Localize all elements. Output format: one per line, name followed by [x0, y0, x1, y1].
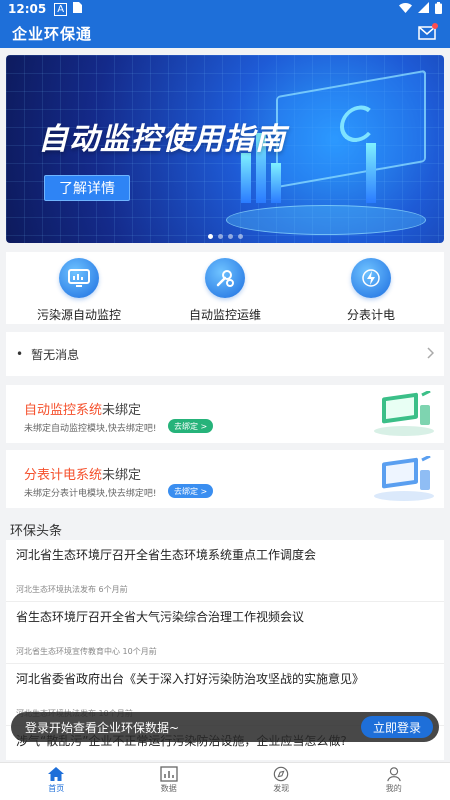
learn-more-button[interactable]: 了解详情: [44, 175, 130, 201]
news-source: 河北生态环境执法发布: [16, 585, 96, 594]
news-source: 河北省生态环境宣传教育中心: [16, 647, 120, 656]
notice-text: 暂无消息: [31, 347, 80, 362]
user-icon: [386, 767, 401, 782]
news-item[interactable]: 河北省生态环境厅召开全省生态环境系统重点工作调度会 河北生态环境执法发布 6个月…: [6, 540, 444, 602]
tab-home[interactable]: 首页: [0, 763, 113, 800]
bind-card-status: 未绑定: [102, 468, 142, 483]
notification-a-icon: A: [54, 2, 68, 16]
quick-action-pollution-monitoring[interactable]: 污染源自动监控: [6, 252, 152, 324]
bottom-tab-bar: 首页 数据 发现 我的: [0, 762, 450, 800]
status-time: 12:05: [8, 2, 47, 16]
login-button[interactable]: 立即登录: [360, 716, 433, 738]
news-time: 10个月前: [122, 647, 157, 656]
news-time: 6个月前: [98, 585, 128, 594]
bind-card-desc: 未绑定自动监控模块,快去绑定吧!: [24, 424, 157, 434]
login-toast: 登录开始查看企业环保数据~ 立即登录: [11, 712, 439, 742]
status-bar: 12:05 A: [0, 0, 450, 18]
battery-icon: [435, 1, 442, 17]
compass-icon: [274, 766, 289, 782]
bind-card-system: 分表计电系统: [24, 468, 103, 483]
bullet-icon: •: [16, 347, 24, 361]
monitor-icon: [59, 258, 99, 298]
meter-illustration-icon: [372, 454, 436, 502]
bind-button[interactable]: 去绑定 >: [168, 484, 214, 498]
quick-action-sub-metering[interactable]: 分表计电: [298, 252, 444, 324]
monitor-illustration-icon: [372, 389, 436, 437]
bind-card-desc: 未绑定分表计电模块,快去绑定吧!: [24, 489, 157, 499]
lightning-icon: [351, 258, 391, 298]
chart-icon: [160, 766, 178, 782]
news-title: 河北省委省政府出台《关于深入打好污染防治攻坚战的实施意见》: [16, 672, 365, 686]
toast-text: 登录开始查看企业环保数据~: [25, 720, 180, 735]
app-title: 企业环保通: [12, 24, 93, 43]
quick-action-maintenance[interactable]: 自动监控运维: [152, 252, 298, 324]
news-item[interactable]: 省生态环境厅召开全省大气污染综合治理工作视频会议 河北省生态环境宣传教育中心 1…: [6, 602, 444, 664]
bind-button[interactable]: 去绑定 >: [168, 419, 214, 433]
bind-card-auto-monitoring[interactable]: 自动监控系统未绑定 未绑定自动监控模块,快去绑定吧! 去绑定 >: [6, 385, 444, 443]
unread-dot: [432, 23, 438, 29]
news-section-title: 环保头条: [10, 524, 63, 539]
sim-card-icon: [73, 2, 83, 16]
signal-icon: [418, 2, 429, 16]
news-title: 省生态环境厅召开全省大气污染综合治理工作视频会议: [16, 610, 305, 624]
message-button[interactable]: [416, 22, 438, 44]
tab-discover[interactable]: 发现: [225, 763, 338, 800]
platform-graphic: [226, 205, 426, 235]
notice-bar[interactable]: • 暂无消息: [6, 332, 444, 376]
bind-card-sub-metering[interactable]: 分表计电系统未绑定 未绑定分表计电模块,快去绑定吧! 去绑定 >: [6, 450, 444, 508]
wifi-icon: [399, 2, 412, 16]
home-icon: [48, 767, 65, 781]
tab-data[interactable]: 数据: [113, 763, 226, 800]
app-bar: 企业环保通: [0, 18, 450, 48]
bind-card-system: 自动监控系统: [24, 403, 103, 418]
quick-actions: 污染源自动监控 自动监控运维 分表计电: [6, 252, 444, 324]
carousel-indicator: [0, 234, 450, 239]
bind-card-status: 未绑定: [102, 403, 142, 418]
wrench-gear-icon: [205, 258, 245, 298]
news-title: 河北省生态环境厅召开全省生态环境系统重点工作调度会: [16, 548, 317, 562]
tab-mine[interactable]: 我的: [338, 763, 450, 800]
banner-title: 自动监控使用指南: [38, 122, 286, 157]
chevron-right-icon: [426, 346, 435, 362]
